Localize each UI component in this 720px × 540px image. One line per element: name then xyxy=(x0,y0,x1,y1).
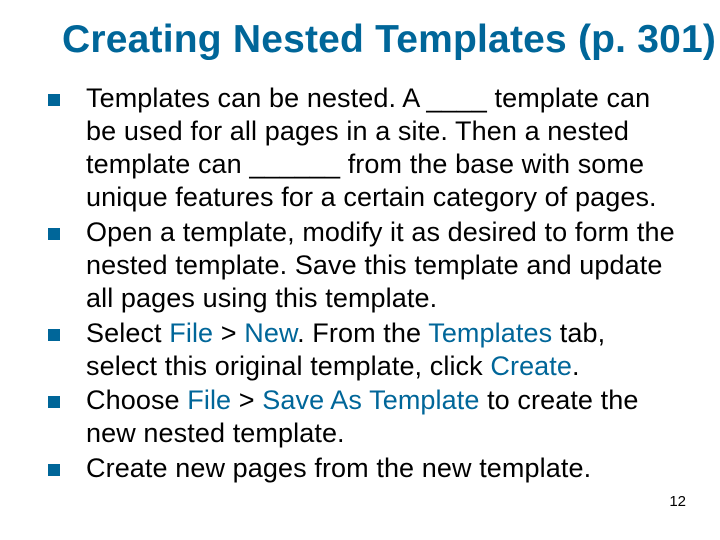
highlight-text: Save As Template xyxy=(262,385,479,415)
slide: Creating Nested Templates (p. 301) Templ… xyxy=(0,0,720,540)
list-item-text: Open a template, modify it as desired to… xyxy=(86,216,680,315)
bullet-icon xyxy=(48,329,60,341)
text-run: > xyxy=(213,318,244,348)
text-run: Choose xyxy=(86,385,187,415)
list-item-text: Create new pages from the new template. xyxy=(86,452,591,485)
slide-body: Templates can be nested. A ____ template… xyxy=(40,82,680,485)
bullet-icon xyxy=(48,464,60,476)
list-item: Choose File > Save As Template to create… xyxy=(48,384,680,450)
bullet-icon xyxy=(48,94,60,106)
list-item: Select File > New. From the Templates ta… xyxy=(48,317,680,383)
list-item-text: Select File > New. From the Templates ta… xyxy=(86,317,680,383)
highlight-text: File xyxy=(169,318,213,348)
text-run: Templates can be nested. A ____ template… xyxy=(86,83,657,212)
text-run: . xyxy=(572,351,580,381)
list-item: Create new pages from the new template. xyxy=(48,452,680,485)
list-item-text: Templates can be nested. A ____ template… xyxy=(86,82,680,214)
highlight-text: File xyxy=(187,385,231,415)
text-run: Create new pages from the new template. xyxy=(86,453,591,483)
list-item-text: Choose File > Save As Template to create… xyxy=(86,384,680,450)
text-run: . From the xyxy=(297,318,428,348)
list-item: Open a template, modify it as desired to… xyxy=(48,216,680,315)
list-item: Templates can be nested. A ____ template… xyxy=(48,82,680,214)
highlight-text: Create xyxy=(490,351,572,381)
slide-number: 12 xyxy=(669,493,686,510)
bullet-icon xyxy=(48,396,60,408)
text-run: Select xyxy=(86,318,169,348)
bullet-icon xyxy=(48,228,60,240)
highlight-text: Templates xyxy=(428,318,552,348)
highlight-text: New xyxy=(244,318,297,348)
text-run: > xyxy=(231,385,262,415)
slide-title: Creating Nested Templates (p. 301) xyxy=(62,18,680,62)
text-run: Open a template, modify it as desired to… xyxy=(86,217,675,313)
